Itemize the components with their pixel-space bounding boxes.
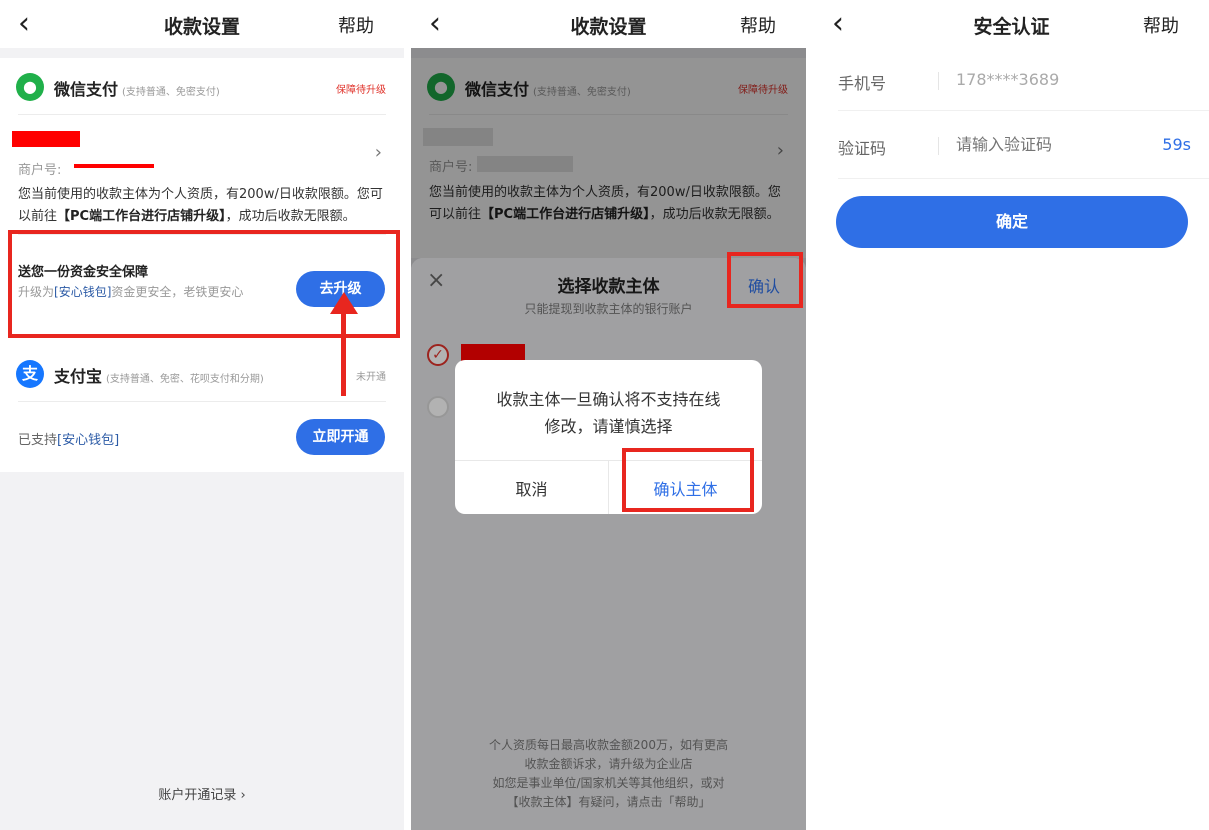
resend-countdown[interactable]: 59s xyxy=(1162,135,1191,154)
wechat-pay-sub: (支持普通、免密支付) xyxy=(122,87,220,98)
phone-value: 178****3689 xyxy=(956,70,1060,89)
alipay-status: 未开通 xyxy=(356,372,386,383)
alipay-name: 支付宝 xyxy=(54,367,103,386)
help-button[interactable]: 帮助 xyxy=(338,12,374,38)
divider xyxy=(838,110,1209,111)
wechat-pay-row: ● 微信支付 (支持普通、免密支付) 保障待升级 xyxy=(16,73,388,103)
submit-button[interactable]: 确定 xyxy=(836,196,1188,248)
phone-row: 手机号 178****3689 xyxy=(838,60,1191,100)
limit-description: 您当前使用的收款主体为个人资质，有200w/日收款限额。您可以前往【PC端工作台… xyxy=(18,187,383,224)
divider xyxy=(838,178,1209,179)
security-verification-screen: ‹ 安全认证 帮助 手机号 178****3689 验证码 59s 确定 xyxy=(814,0,1209,830)
redacted-merchant-id xyxy=(74,164,154,168)
redacted-merchant-name xyxy=(12,131,80,147)
divider xyxy=(938,72,939,90)
help-button[interactable]: 帮助 xyxy=(1143,12,1179,38)
divider xyxy=(18,114,386,115)
highlight-box xyxy=(727,252,803,308)
chevron-right-icon[interactable]: › xyxy=(375,142,382,163)
wechat-pay-name: 微信支付 xyxy=(54,80,119,99)
dialog-overlay[interactable] xyxy=(411,258,806,830)
payment-settings-screen: ‹ 收款设置 帮助 ● 微信支付 (支持普通、免密支付) 保障待升级 商户号: ›… xyxy=(0,0,404,830)
dialog-cancel-button[interactable]: 取消 xyxy=(455,476,608,500)
open-now-button[interactable]: 立即开通 xyxy=(296,419,385,455)
account-open-records-link[interactable]: 账户开通记录 › xyxy=(0,784,404,803)
dialog-message: 收款主体一旦确认将不支持在线 修改，请谨慎选择 xyxy=(496,390,721,436)
alipay-row: 支 支付宝 (支持普通、免密、花呗支付和分期) 未开通 xyxy=(16,360,388,390)
nav-bar: ‹ 安全认证 帮助 xyxy=(814,0,1209,48)
divider xyxy=(938,137,939,155)
verification-code-input[interactable] xyxy=(956,135,1156,154)
code-row: 验证码 59s xyxy=(838,125,1191,165)
phone-label: 手机号 xyxy=(838,74,887,93)
pc-upgrade-link[interactable]: 【PC端工作台进行店铺升级】 xyxy=(57,209,226,224)
merchant-id-label: 商户号: xyxy=(18,163,62,178)
code-label: 验证码 xyxy=(838,139,887,158)
alipay-logo-icon: 支 xyxy=(16,360,44,388)
select-payee-screen: ‹ 收款设置 帮助 ● 微信支付 (支持普通、免密支付) 保障待升级 商户号: ›… xyxy=(411,0,806,830)
wechat-logo-icon: ● xyxy=(16,73,44,101)
nav-bar: ‹ 收款设置 帮助 xyxy=(411,0,806,48)
alipay-sub: (支持普通、免密、花呗支付和分期) xyxy=(106,374,264,385)
help-button[interactable]: 帮助 xyxy=(740,12,776,38)
wechat-status: 保障待升级 xyxy=(336,85,386,96)
nav-bar: ‹ 收款设置 帮助 xyxy=(0,0,404,48)
annotation-arrow-shaft xyxy=(341,310,346,396)
annotation-arrow-head xyxy=(330,292,358,314)
highlight-box xyxy=(622,448,754,512)
divider xyxy=(18,401,386,402)
support-text: 已支持[安心钱包] xyxy=(18,433,120,448)
